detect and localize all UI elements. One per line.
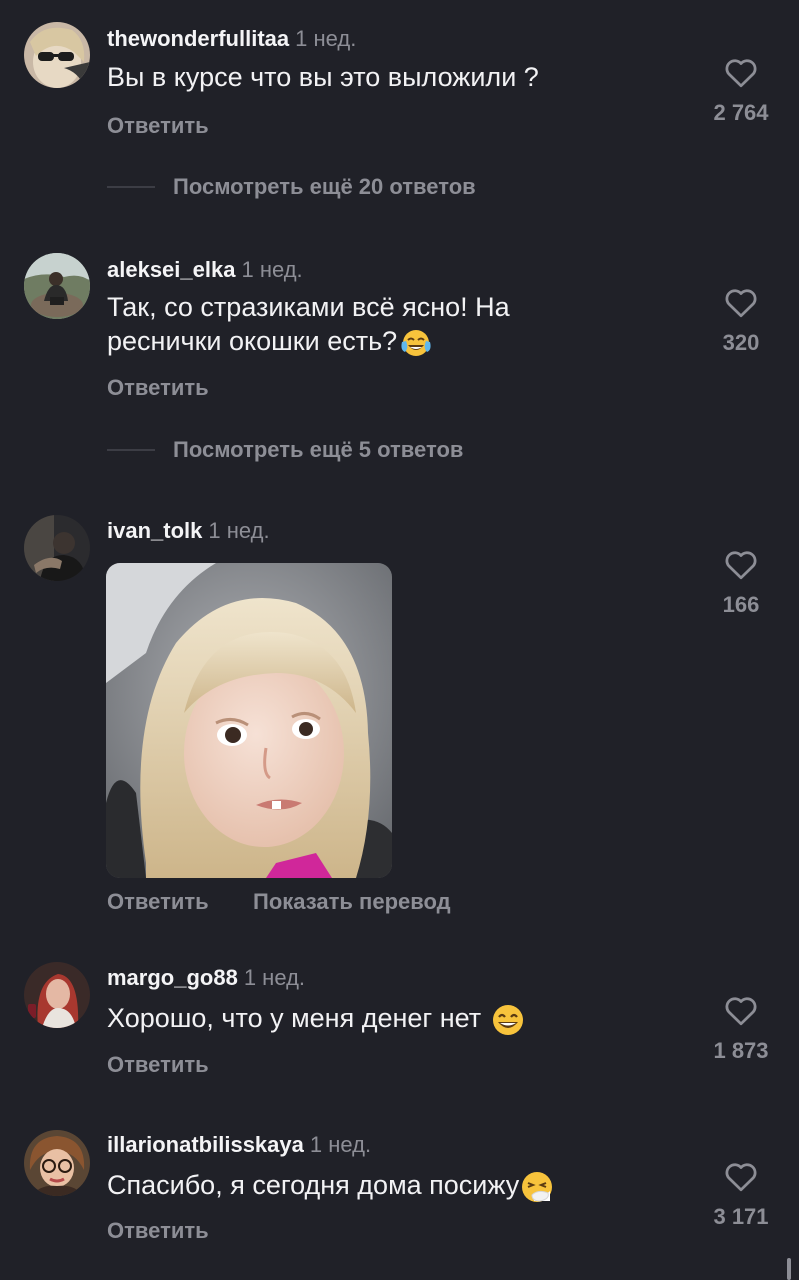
comment-time: 1 нед. [241, 257, 303, 282]
avatar[interactable] [24, 253, 90, 319]
comment-username[interactable]: margo_go88 1 нед. [107, 965, 305, 991]
like-control: 3 171 [686, 1160, 796, 1230]
comment-text-line: Так, со стразиками всё ясно! На [107, 292, 510, 322]
reply-button[interactable]: Ответить [107, 1218, 209, 1244]
username-text[interactable]: thewonderfullitaa [107, 26, 289, 51]
like-count: 3 171 [713, 1204, 769, 1229]
divider [107, 186, 155, 188]
heart-outline-icon[interactable] [723, 994, 759, 1026]
heart-outline-icon[interactable] [723, 548, 759, 580]
like-count: 2 764 [713, 100, 769, 125]
view-more-replies-button[interactable]: Посмотреть ещё 20 ответов [107, 172, 476, 202]
comment-time: 1 нед. [243, 965, 306, 990]
username-text[interactable]: illarionatbilisskaya [107, 1132, 304, 1157]
comment-username[interactable]: aleksei_elka 1 нед. [107, 257, 303, 283]
like-control: 1 873 [686, 994, 796, 1064]
comment-text-segment: Спасибо, я сегодня дома посижу [107, 1170, 520, 1200]
divider [107, 449, 155, 451]
heart-outline-icon[interactable] [723, 286, 759, 318]
comment-text-segment: реснички окошки есть? [107, 326, 398, 356]
show-translation-button[interactable]: Показать перевод [253, 889, 451, 915]
grinning-face-emoji-icon [491, 1004, 525, 1036]
like-control: 2 764 [686, 56, 796, 126]
comment-text-line: реснички окошки есть? [107, 324, 667, 358]
comment-text-segment: Хорошо, что у меня денег нет [107, 1003, 482, 1033]
comment-username[interactable]: thewonderfullitaa 1 нед. [107, 26, 356, 52]
comment-media-image[interactable] [106, 563, 392, 878]
comment-text: Спасибо, я сегодня дома посижу [107, 1168, 667, 1203]
comment-text: Вы в курсе что вы это выложили ? [107, 62, 539, 92]
like-control: 320 [686, 286, 796, 356]
reply-button[interactable]: Ответить [107, 1052, 209, 1078]
like-count: 1 873 [713, 1038, 769, 1063]
like-control: 166 [686, 548, 796, 618]
scrollbar[interactable] [787, 1258, 791, 1280]
avatar[interactable] [24, 1130, 90, 1196]
comment-text: Так, со стразиками всё ясно! На реснички… [107, 290, 667, 358]
heart-outline-icon[interactable] [723, 56, 759, 88]
comment-username[interactable]: ivan_tolk 1 нед. [107, 518, 270, 544]
username-text[interactable]: margo_go88 [107, 965, 238, 990]
comment-time: 1 нед. [309, 1132, 372, 1157]
reply-button[interactable]: Ответить [107, 889, 209, 915]
comments-list: thewonderfullitaa 1 нед. Вы в курсе что в… [0, 0, 799, 1280]
view-more-replies-label[interactable]: Посмотреть ещё 5 ответов [173, 437, 463, 463]
comment-time: 1 нед. [208, 518, 270, 543]
reply-button[interactable]: Ответить [107, 113, 209, 139]
comment-time: 1 нед. [295, 26, 357, 51]
comment-username[interactable]: illarionatbilisskaya 1 нед. [107, 1132, 371, 1158]
avatar[interactable] [24, 962, 90, 1028]
username-text[interactable]: aleksei_elka [107, 257, 235, 282]
reply-button[interactable]: Ответить [107, 375, 209, 401]
like-count: 320 [722, 330, 760, 355]
tears-of-joy-emoji-icon [400, 328, 432, 358]
like-count: 166 [722, 592, 760, 617]
view-more-replies-button[interactable]: Посмотреть ещё 5 ответов [107, 435, 463, 465]
avatar[interactable] [24, 515, 90, 581]
heart-outline-icon[interactable] [723, 1160, 759, 1192]
avatar[interactable] [24, 22, 90, 88]
username-text[interactable]: ivan_tolk [107, 518, 202, 543]
sneezing-face-emoji-icon [520, 1171, 554, 1203]
view-more-replies-label[interactable]: Посмотреть ещё 20 ответов [173, 174, 476, 200]
comment-text: Хорошо, что у меня денег нет [107, 1001, 667, 1036]
